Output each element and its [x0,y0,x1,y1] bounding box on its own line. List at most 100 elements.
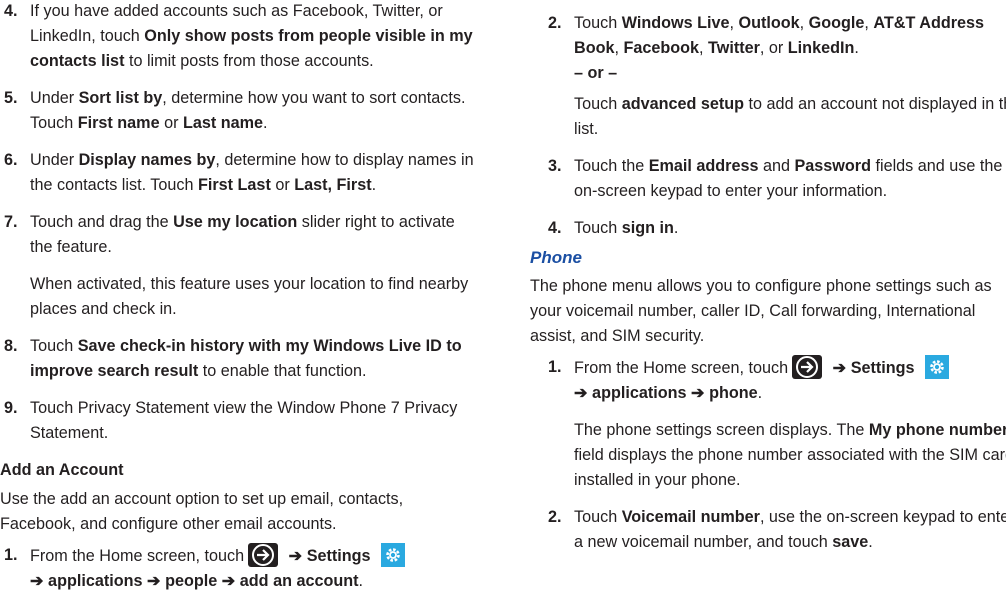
step-number: 1. [4,546,18,564]
step-number: 2. [548,14,562,32]
settings-gear-icon [924,355,949,379]
text-span: field displays the phone number associat… [574,446,1006,489]
step-text: Touch Save check-in history with my Wind… [30,334,474,384]
bold-text: Password [794,157,871,175]
settings-gear-icon [380,543,405,567]
step-number: 8. [4,337,18,355]
step-1-right: 1. From the Home screen, touch ➔ Setting… [530,355,1006,493]
text-span: Under [30,89,79,107]
step-number: 2. [548,508,562,526]
bold-text: Sort list by [78,89,163,107]
bold-text: Facebook [623,39,700,57]
step-text: Touch and drag the Use my location slide… [30,210,474,260]
text-span: , [799,14,809,32]
text-span: or [270,176,295,194]
right-column: 2. Touch Windows Live, Outlook, Google, … [530,11,1006,567]
start-arrow-icon [792,355,823,379]
text-span: Touch [30,337,78,355]
section-paragraph: The phone menu allows you to configure p… [530,277,992,345]
step-number: 3. [548,157,562,175]
bold-text: First Last [197,176,271,194]
step-2b-right: 2. Touch Voicemail number, use the on-sc… [530,505,1006,555]
text-span: . [371,176,377,194]
bold-text: Settings [850,359,915,377]
step-subtext: Touch advanced setup to add an account n… [574,92,1006,142]
bold-text: save [832,533,869,551]
step-8-left: 8. Touch Save check-in history with my W… [0,334,474,384]
text-span: . [263,114,268,132]
arrow-glyph: ➔ [828,359,851,377]
text-span: The phone settings screen displays. The [574,421,869,439]
step-2-right: 2. Touch Windows Live, Outlook, Google, … [530,11,1006,142]
text-span: and [758,157,795,175]
text-span: to limit posts from those accounts. [124,52,374,70]
step-subtext: The phone settings screen displays. The … [574,418,1006,493]
text-span: . [868,533,873,551]
step-text: Touch Privacy Statement view the Window … [30,399,458,442]
step-7-left: 7. Touch and drag the Use my location sl… [0,210,474,322]
bold-text: First name [77,114,160,132]
bold-text: My phone number [868,421,1006,439]
step-number: 1. [548,358,562,376]
step-text: Touch the Email address and Password fie… [574,154,1006,204]
bold-text: Use my location [173,213,298,231]
step-number: 7. [4,213,18,231]
bold-text: Google [808,14,865,32]
bold-text: Outlook [738,14,800,32]
bold-text: ➔ applications ➔ people ➔ add an account [30,572,359,590]
arrow-glyph: ➔ [284,547,307,565]
bold-text: Display names by [78,151,216,169]
step-number: 9. [4,399,18,417]
step-text: From the Home screen, touch ➔ Settings ➔ … [30,543,474,594]
step-text: Under Display names by, determine how to… [30,148,474,198]
text-span: . [358,572,364,590]
step-3-right: 3. Touch the Email address and Password … [530,154,1006,204]
section-heading-add-account: Add an Account [0,461,124,479]
bold-text: Windows Live [621,14,730,32]
start-arrow-icon [248,543,279,567]
text-span: Touch and drag the [30,213,174,231]
bold-text: Last, First [294,176,372,194]
step-text: If you have added accounts such as Faceb… [30,0,474,74]
text-span: , [699,39,709,57]
text-span: Touch [574,508,622,526]
bold-text: Twitter [708,39,760,57]
step-text: From the Home screen, touch ➔ Settings ➔ … [574,355,1006,406]
step-text: Touch Windows Live, Outlook, Google, AT&… [574,11,1006,61]
bold-text: Voicemail number [621,508,760,526]
bold-text: ➔ applications ➔ phone [574,384,758,402]
left-column: 4. If you have added accounts such as Fa… [0,0,474,606]
bold-text: sign in [621,219,674,237]
bold-text: Last name [182,114,264,132]
step-text: Under Sort list by, determine how you wa… [30,86,474,136]
step-4-right: 4. Touch sign in. [530,216,1006,241]
text-span: Touch [574,14,622,32]
text-span: , or [759,39,788,57]
text-span: Touch [574,219,622,237]
step-6-left: 6. Under Display names by, determine how… [0,148,474,198]
text-span: From the Home screen, touch [30,547,245,565]
text-span: . [673,219,679,237]
step-number: 4. [548,219,562,237]
text-span: Under [30,151,79,169]
step-9-left: 9. Touch Privacy Statement view the Wind… [0,396,474,446]
text-span: . [757,384,763,402]
step-text: Touch Voicemail number, use the on-scree… [574,505,1006,555]
bold-text: Email address [648,157,759,175]
step-text: Touch sign in. [574,216,1006,241]
text-span: From the Home screen, touch [574,359,789,377]
step-4-left: 4. If you have added accounts such as Fa… [0,0,474,74]
text-span: Touch the [574,157,649,175]
section-paragraph: Use the add an account option to set up … [0,490,404,533]
step-number: 5. [4,89,18,107]
step-number: 4. [4,2,18,20]
step-5-left: 5. Under Sort list by, determine how you… [0,86,474,136]
section-heading-phone: Phone [530,248,582,267]
bold-text: LinkedIn [787,39,855,57]
step-number: 6. [4,151,18,169]
or-separator: – or – [574,64,618,82]
step-subtext: When activated, this feature uses your l… [30,275,469,318]
text-span: . [854,39,859,57]
bold-text: Settings [306,547,371,565]
text-span: Touch [574,95,622,113]
